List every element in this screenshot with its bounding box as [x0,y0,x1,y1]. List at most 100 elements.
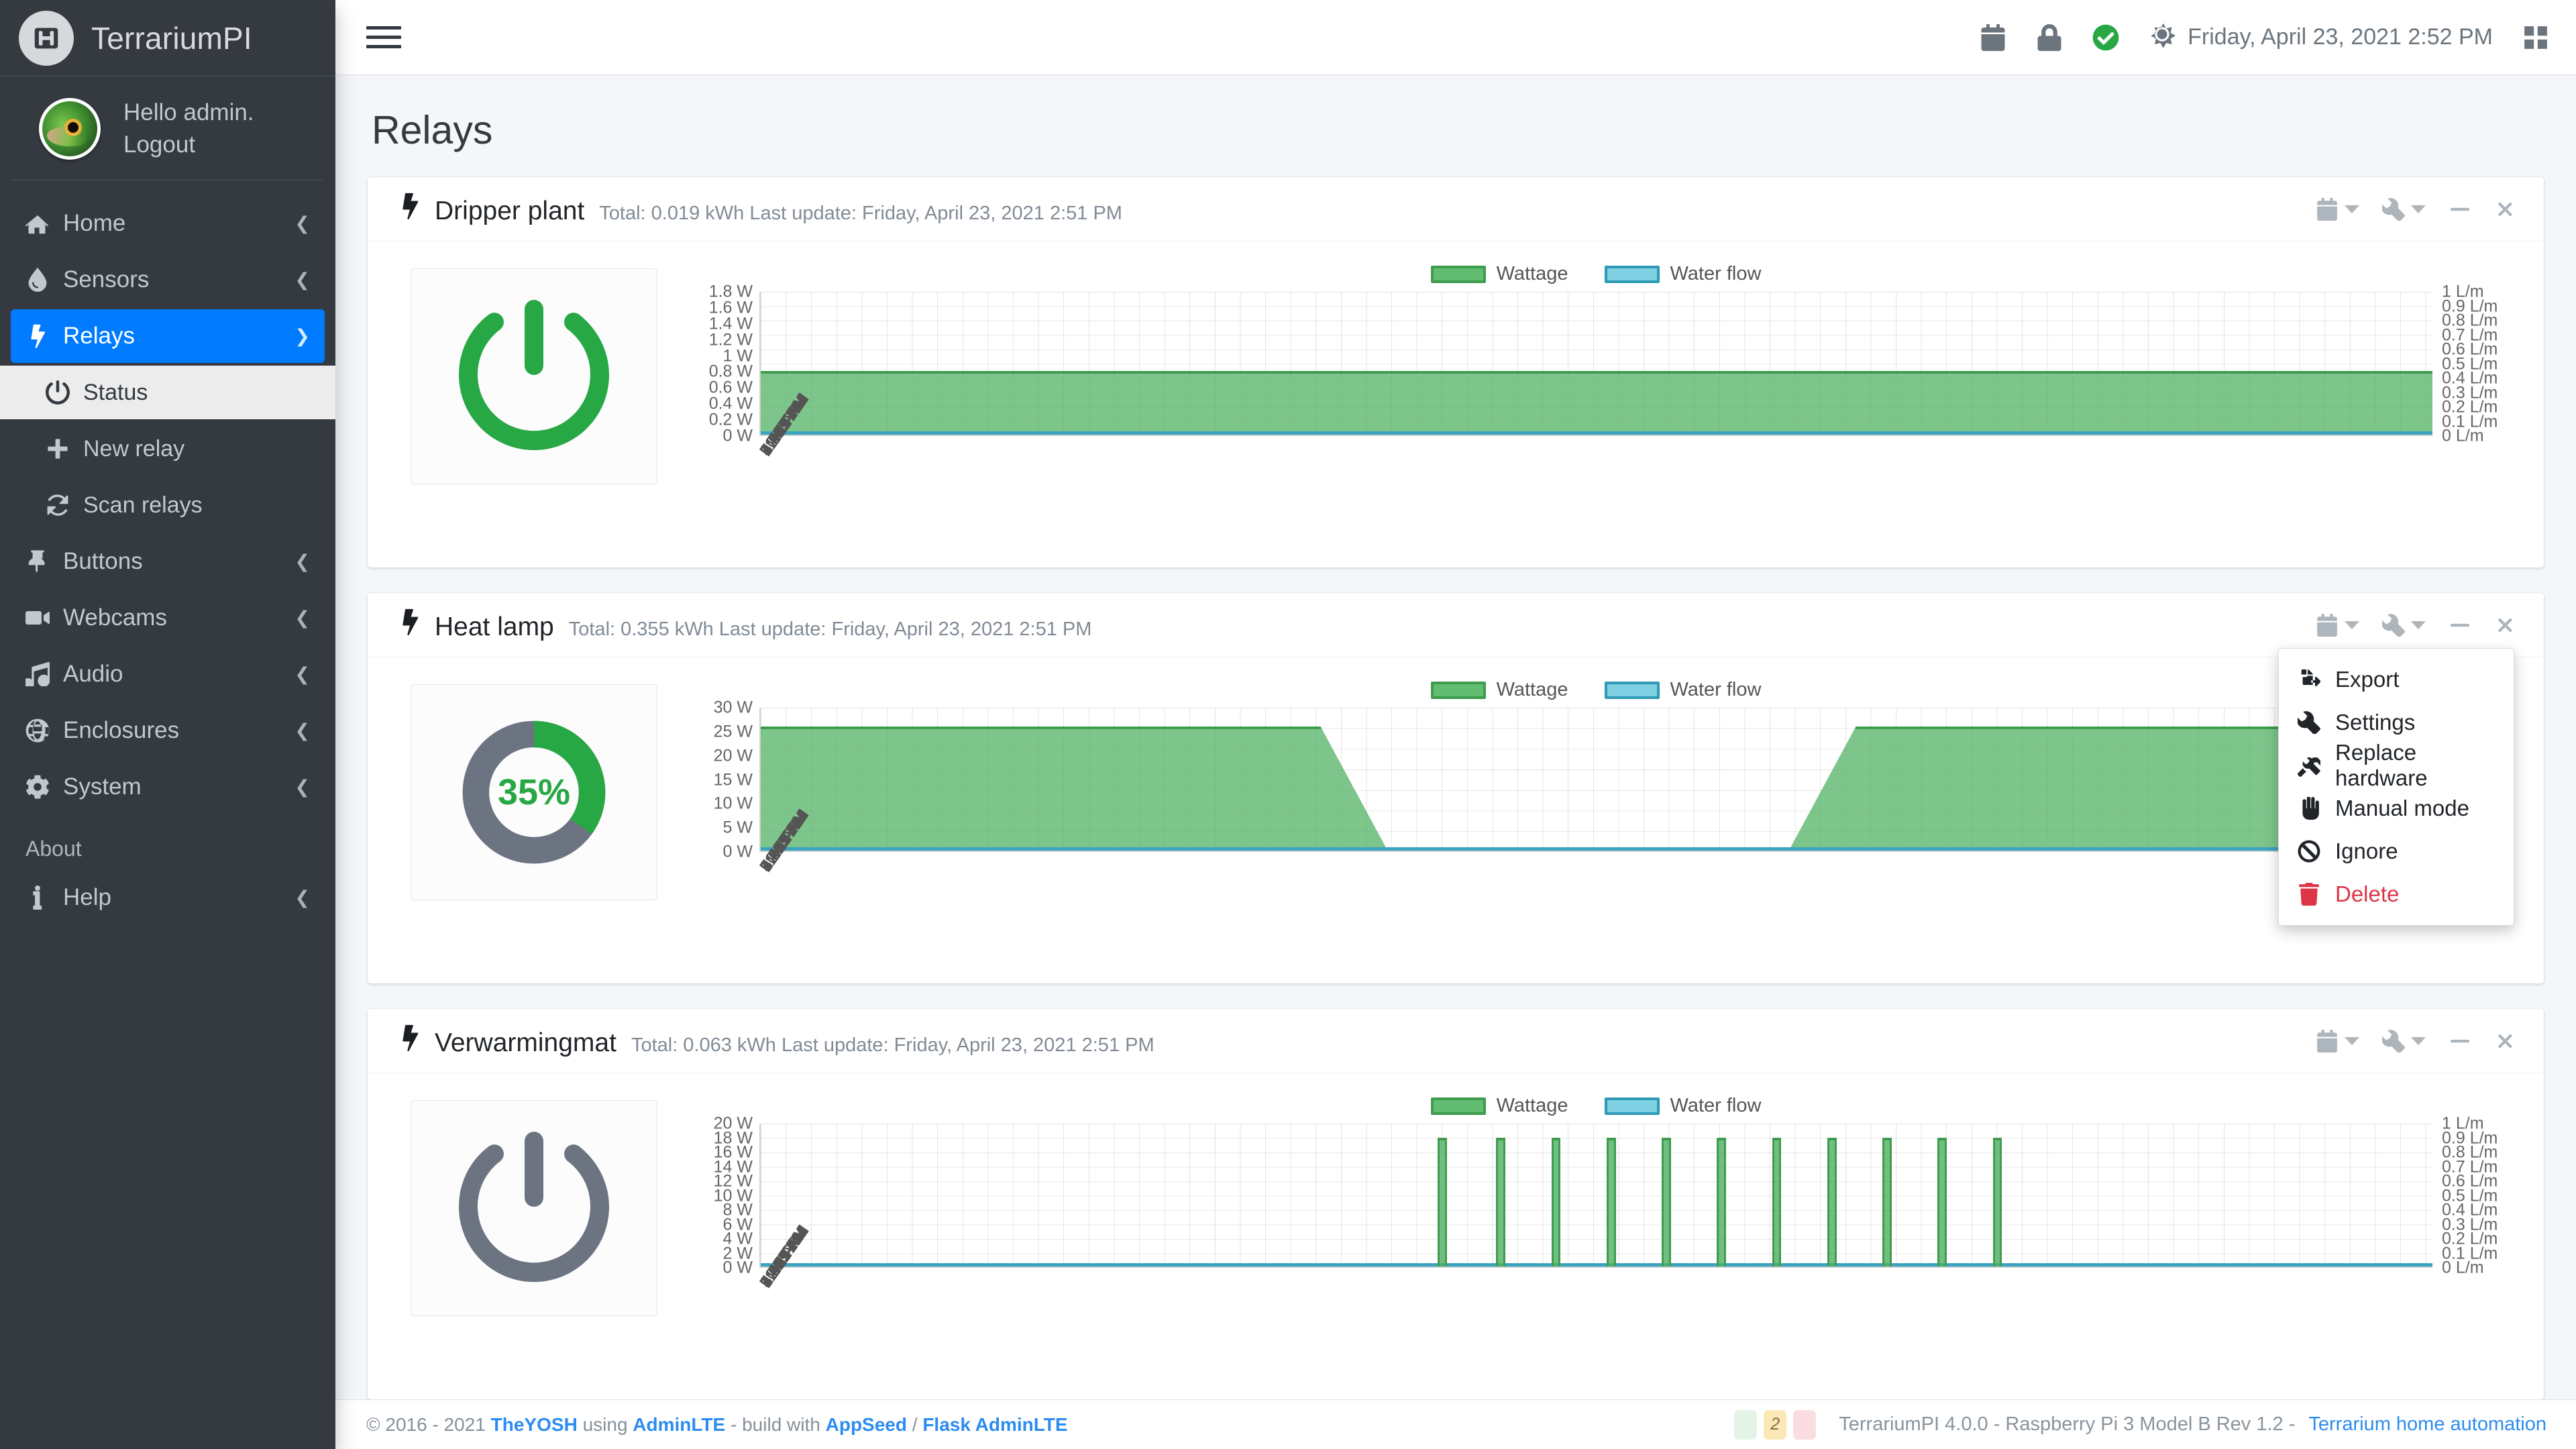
donut-gauge: 35% [458,716,610,868]
series-wattage-bar [1662,1138,1671,1267]
chevron-left-icon: ❮ [294,720,310,741]
sidebar-item-home-label: Home [63,210,294,237]
relay-meta: Total: 0.019 kWh Last update: Friday, Ap… [599,203,1122,225]
sidebar-item-buttons[interactable]: Buttons ❮ [11,535,325,588]
dropdown-item-ignore[interactable]: Ignore [2279,830,2514,873]
sidebar-item-relays[interactable]: Relays ❯ [11,309,325,363]
datetime-display[interactable]: Friday, April 23, 2021 2:52 PM [2149,21,2493,54]
logout-link[interactable]: Logout [123,131,254,158]
brand[interactable]: TerrariumPI [0,0,335,76]
sidebar-item-system[interactable]: System ❮ [11,760,325,814]
check-circle-icon[interactable] [2092,24,2119,51]
dropdown-item-delete[interactable]: Delete [2279,873,2514,916]
lock-icon[interactable] [2036,24,2063,51]
footer-project-link[interactable]: Terrarium home automation [2308,1413,2546,1436]
legend-water-flow: Water flow [1605,1095,1762,1117]
avatar [39,98,101,160]
chevron-left-icon: ❮ [294,888,310,908]
card-minimize-button[interactable] [2449,1030,2471,1053]
wrench-icon [2298,711,2320,734]
status-badge-yellow: 2 [1764,1410,1786,1440]
calendar-icon[interactable] [1980,24,2006,51]
sidebar-item-webcams[interactable]: Webcams ❮ [11,591,325,645]
sidebar-item-enclosures[interactable]: Enclosures ❮ [11,704,325,757]
relay-chart: Wattage Water flow 1.8 W1.6 W1.4 W1.2 W1… [672,259,2520,549]
series-wattage-bar [1827,1138,1837,1267]
legend-swatch-water [1605,1097,1660,1115]
sidebar-item-status[interactable]: Status [0,366,335,419]
chevron-left-icon: ❮ [294,270,310,290]
sidebar-item-scan-relays-label: Scan relays [83,492,310,519]
sidebar-item-new-relay[interactable]: New relay [11,422,325,476]
legend-water-flow: Water flow [1605,679,1762,701]
relay-state-widget[interactable] [411,1100,657,1316]
relay-state-widget[interactable] [411,268,657,484]
sidebar-item-help[interactable]: Help ❮ [11,871,325,924]
card-minimize-button[interactable] [2449,614,2471,637]
y-tick-label: 15 W [714,771,753,788]
hamburger-icon[interactable] [366,23,401,52]
grid-icon[interactable] [2522,24,2549,51]
sidebar-item-audio-label: Audio [63,661,294,688]
relay-card-heat-lamp: Heat lamp Total: 0.355 kWh Last update: … [368,593,2544,983]
series-wattage-bar [1772,1138,1782,1267]
dropdown-item-ignore-label: Ignore [2335,839,2398,864]
legend-swatch-wattage [1431,682,1486,699]
bolt-icon [400,1024,420,1055]
music-icon [25,662,63,686]
card-actions-dropdown[interactable]: Export Settings Replace hardware Manual … [2278,648,2514,926]
sidebar-item-relays-label: Relays [63,323,294,350]
series-wattage-ramp [1321,727,1388,851]
chevron-left-icon: ❮ [294,777,310,798]
dropdown-item-settings[interactable]: Settings [2279,701,2514,744]
series-wattage-ramp [1789,727,1856,851]
relay-card-list: Dripper plant Total: 0.019 kWh Last upda… [335,177,2576,1399]
relay-meta: Total: 0.063 kWh Last update: Friday, Ap… [631,1034,1155,1057]
sidebar-item-audio[interactable]: Audio ❮ [11,647,325,701]
y2-tick-label: 0 L/m [2442,1260,2484,1277]
dropdown-item-export[interactable]: Export [2279,658,2514,701]
relay-name: Verwarmingmat [435,1028,616,1058]
legend-wattage-label: Wattage [1497,679,1568,701]
legend-swatch-water [1605,266,1660,283]
sidebar-item-home[interactable]: Home ❮ [11,197,325,250]
dropdown-item-manual-mode[interactable]: Manual mode [2279,787,2514,830]
power-off-icon [459,1132,609,1285]
dropdown-item-export-label: Export [2335,667,2399,692]
footer-using: using [583,1414,628,1436]
dropdown-item-replace-hardware[interactable]: Replace hardware [2279,744,2514,787]
card-close-button[interactable] [2494,1030,2514,1053]
card-body: 35% Wattage Water flow [368,657,2544,983]
relay-card-verwarmingmat: Verwarmingmat Total: 0.063 kWh Last upda… [368,1009,2544,1399]
card-calendar-button[interactable] [2316,614,2359,637]
sidebar-item-scan-relays[interactable]: Scan relays [11,478,325,532]
card-wrench-button[interactable] [2382,1030,2426,1053]
footer-appseed-link[interactable]: AppSeed [826,1414,907,1436]
sidebar-item-sensors[interactable]: Sensors ❮ [11,253,325,307]
top-navbar: Friday, April 23, 2021 2:52 PM [335,0,2576,75]
relay-dimmer-widget[interactable]: 35% [411,684,657,900]
chart-legend: Wattage Water flow [672,1091,2520,1124]
x-axis-wrap: 3:01 PM3:23 PM3:45 PM4:07 PM4:29 PM4:51 … [672,1268,2520,1381]
card-calendar-button[interactable] [2316,198,2359,221]
footer-theyosh-link[interactable]: TheYOSH [491,1414,578,1436]
relay-name: Heat lamp [435,612,554,642]
footer-adminlte-link[interactable]: AdminLTE [633,1414,725,1436]
card-calendar-button[interactable] [2316,1030,2359,1053]
footer-flask-adminlte-link[interactable]: Flask AdminLTE [922,1414,1067,1436]
plot-wrap: 20 W18 W16 W14 W12 W10 W8 W6 W4 W2 W0 W … [672,1124,2520,1268]
footer-right: 2 TerrariumPI 4.0.0 - Raspberry Pi 3 Mod… [1734,1410,2546,1440]
card-wrench-button[interactable] [2382,614,2426,637]
card-wrench-button[interactable] [2382,198,2426,221]
card-minimize-button[interactable] [2449,198,2471,221]
y-axis-left: 20 W18 W16 W14 W12 W10 W8 W6 W4 W2 W0 W [672,1124,759,1268]
pin-icon [25,549,63,574]
card-close-button[interactable] [2494,198,2514,221]
card-close-button[interactable] [2494,614,2514,637]
y-axis-right: 1 L/m0.9 L/m0.8 L/m0.7 L/m0.6 L/m0.5 L/m… [2432,1124,2520,1268]
plot-wrap: 30 W25 W20 W15 W10 W5 W0 W 1 L/m0.9 L/m0… [672,708,2520,852]
app-root: TerrariumPI Hello admin. Logout Home ❮ [0,0,2576,1449]
card-header: Heat lamp Total: 0.355 kWh Last update: … [368,593,2544,657]
sidebar-item-status-label: Status [83,380,321,406]
card-tools [2316,1030,2514,1053]
